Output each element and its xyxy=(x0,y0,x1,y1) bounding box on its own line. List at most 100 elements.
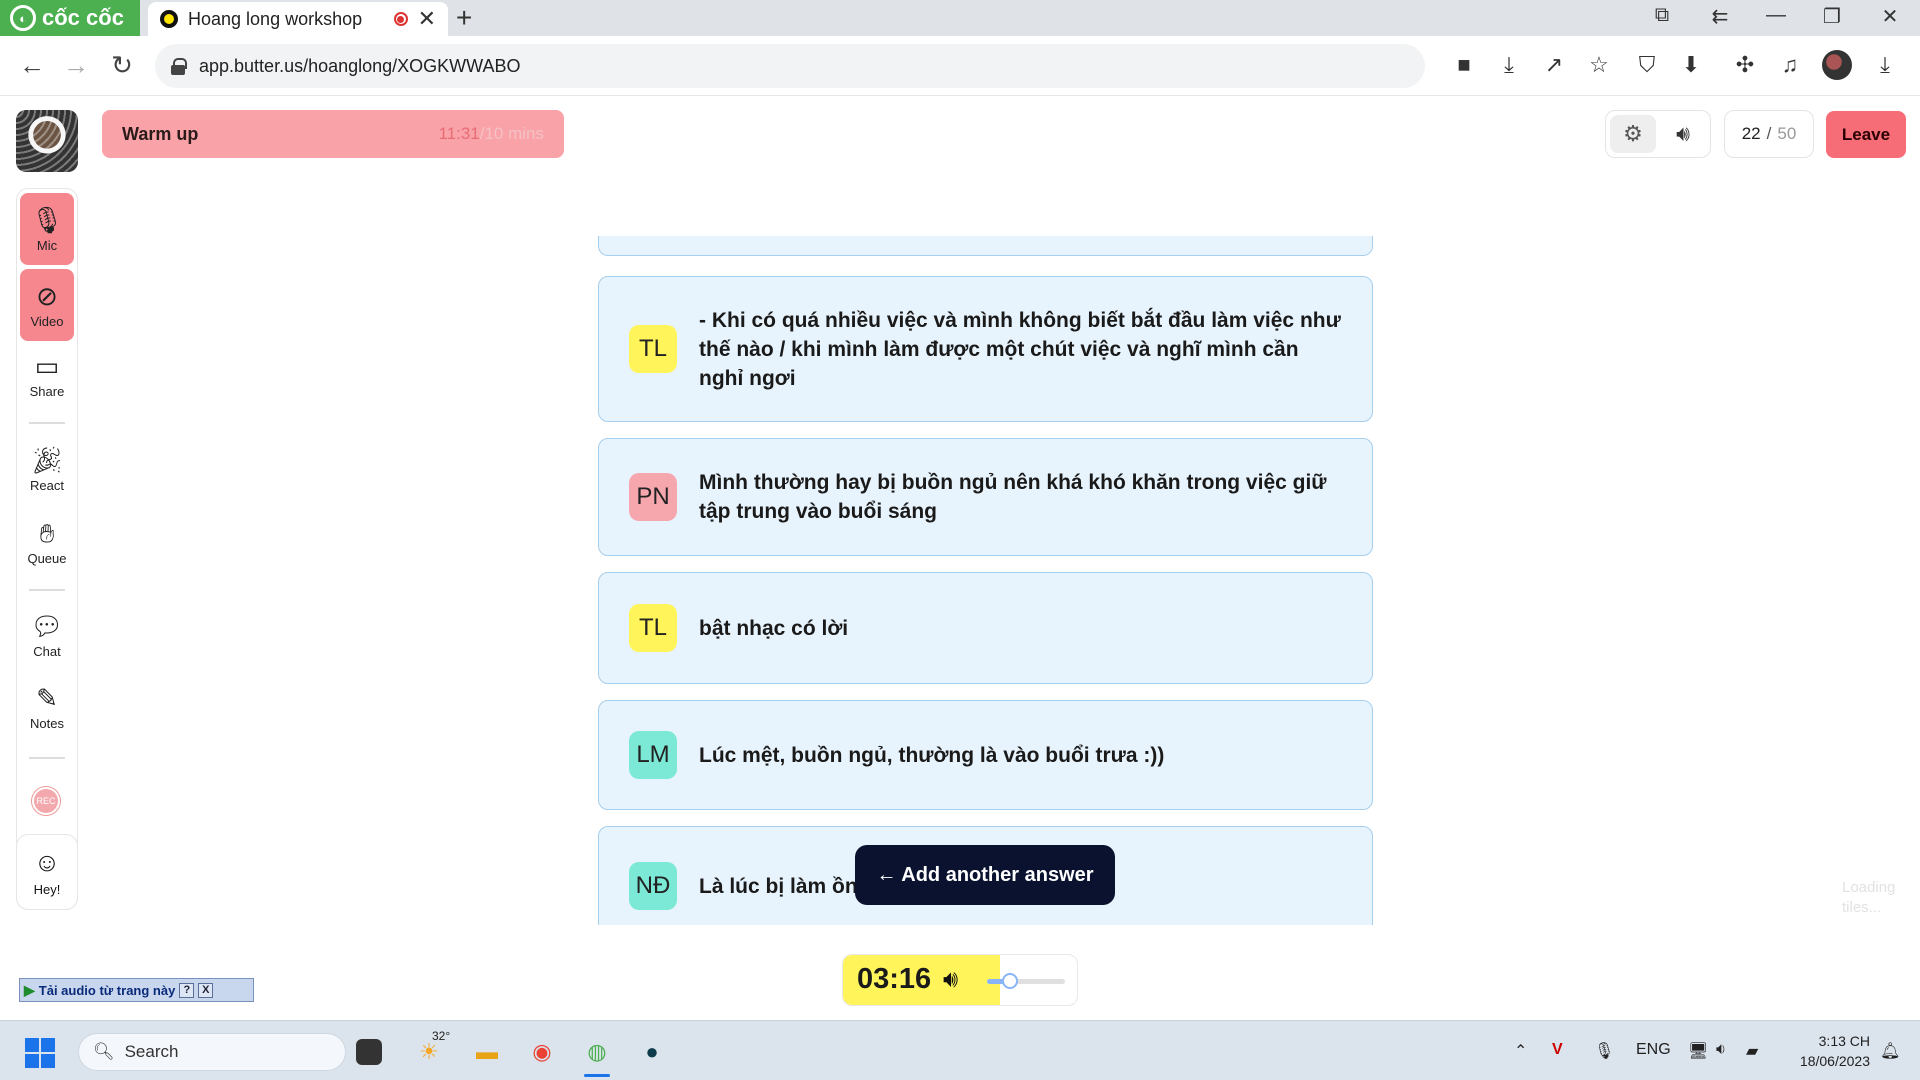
notifications-icon[interactable]: 🔔︎ xyxy=(1880,1041,1900,1061)
tab-hoang-long-workshop[interactable]: Hoang long workshop ✕ xyxy=(148,2,448,36)
chat-label: Chat xyxy=(33,643,61,659)
countdown-timer[interactable]: 03:16 🔊︎ xyxy=(842,954,1078,1006)
battery-icon[interactable]: ▰ xyxy=(1746,1041,1758,1061)
language-indicator[interactable]: ENG xyxy=(1636,1041,1671,1059)
hey-label: Hey! xyxy=(33,882,61,897)
loading-tiles-text: Loading tiles... xyxy=(1842,879,1896,916)
chrome-icon[interactable]: ◉ xyxy=(525,1035,559,1069)
coccoc-brand-button[interactable]: ◐ cốc cốc xyxy=(0,0,140,36)
answer-text: Mình thường hay bị buồn ngủ nên khá khó … xyxy=(699,471,1327,523)
install-icon[interactable]: ⤓ xyxy=(1494,52,1524,78)
camera-icon[interactable]: ■ xyxy=(1449,52,1479,78)
butter-app-icon[interactable]: ● xyxy=(635,1035,669,1069)
taskbar-clock[interactable]: 3:13 CH 18/06/2023 xyxy=(1786,1031,1870,1071)
play-icon[interactable]: ▶ xyxy=(24,982,35,999)
answer-text: Lúc mệt, buồn ngủ, thường là vào buổi tr… xyxy=(699,743,1165,767)
timer-volume-slider[interactable] xyxy=(987,973,1065,989)
author-initials-badge: PN xyxy=(629,473,677,521)
timer-display: 03:16 xyxy=(857,963,932,995)
participant-count: 22 xyxy=(1741,124,1761,143)
clock-time: 3:13 CH xyxy=(1818,1033,1870,1049)
answer-card[interactable]: TL bật nhạc có lời xyxy=(598,572,1373,684)
task-view-icon[interactable] xyxy=(356,1039,382,1065)
sound-button[interactable]: 🔊︎ xyxy=(1664,115,1702,153)
raised-hand-icon: ✋︎ xyxy=(39,517,55,548)
answer-text: bật nhạc có lời xyxy=(699,616,849,640)
share-label: Share xyxy=(29,383,65,399)
maximize-icon[interactable]: ❐ xyxy=(1812,4,1852,29)
antivirus-tray-icon[interactable]: V xyxy=(1552,1041,1563,1059)
settings-button[interactable]: ⚙ xyxy=(1610,115,1656,153)
windows-start-icon[interactable] xyxy=(25,1038,55,1068)
lock-icon xyxy=(171,58,187,75)
adblock-shield-icon[interactable]: ⛉ xyxy=(1632,52,1662,78)
downloads-icon[interactable]: ⤓ xyxy=(1870,52,1900,78)
coccoc-taskbar-icon[interactable]: ◍ xyxy=(580,1035,614,1069)
audio-widget-help-button[interactable]: ? xyxy=(179,982,195,998)
host-avatar[interactable] xyxy=(16,110,78,172)
answer-card[interactable]: TL - Khi có quá nhiều việc và mình không… xyxy=(598,276,1373,422)
smile-icon: ☺ xyxy=(33,847,61,877)
react-label: React xyxy=(30,477,64,493)
forward-icon[interactable]: → xyxy=(60,50,92,81)
address-bar: ← → ↻ app.butter.us/hoanglong/XOGKWWABO … xyxy=(0,36,1920,96)
back-tabs-icon[interactable]: ⇇ xyxy=(1700,4,1740,29)
hey-button[interactable]: ☺ Hey! xyxy=(16,834,78,910)
queue-button[interactable]: ✋︎ Queue xyxy=(20,506,74,578)
tab-search-icon[interactable]: ⧉ xyxy=(1642,4,1682,27)
network-icon[interactable]: 🖥︎ xyxy=(1688,1041,1708,1061)
video-button[interactable]: ⊘ Video xyxy=(20,269,74,341)
back-icon[interactable]: ← xyxy=(16,50,48,81)
answers-list[interactable]: TL - Khi có quá nhiều việc và mình không… xyxy=(596,236,1375,925)
agenda-phase-bar[interactable]: Warm up 11:31/10 mins xyxy=(102,110,564,158)
file-explorer-icon[interactable]: ▬ xyxy=(470,1035,504,1069)
answer-text: Là lúc bị làm ồn xyxy=(699,874,858,898)
profile-avatar[interactable] xyxy=(1822,50,1852,80)
share-page-icon[interactable]: ↗ xyxy=(1539,52,1569,78)
react-button[interactable]: 🎉︎ React xyxy=(20,433,74,505)
queue-label: Queue xyxy=(27,550,67,566)
minimize-icon[interactable]: — xyxy=(1756,4,1796,27)
answer-card[interactable]: LM Lúc mệt, buồn ngủ, thường là vào buổi… xyxy=(598,700,1373,810)
volume-tray-icon[interactable]: 🔉︎ xyxy=(1716,1041,1726,1059)
counter-separator: / xyxy=(1766,124,1772,143)
extensions-puzzle-icon[interactable]: ✣ xyxy=(1730,52,1760,78)
add-another-answer-button[interactable]: ← Add another answer xyxy=(855,845,1115,905)
microphone-tray-icon[interactable]: 🎙︎ xyxy=(1594,1041,1614,1061)
chat-button[interactable]: 💬︎ Chat xyxy=(20,599,74,671)
audio-widget-close-button[interactable]: X xyxy=(198,982,214,998)
participant-counter: 22 / 50 xyxy=(1724,110,1814,158)
answer-card-partial xyxy=(598,236,1373,256)
share-button[interactable]: ▭ Share xyxy=(20,339,74,411)
tab-close-icon[interactable]: ✕ xyxy=(418,6,436,32)
coccoc-logo-icon: ◐ xyxy=(10,5,36,31)
tab-title: Hoang long workshop xyxy=(188,8,363,29)
mic-button[interactable]: 🎙︎ Mic xyxy=(20,193,74,265)
bookmark-star-icon[interactable]: ☆ xyxy=(1584,52,1614,78)
tray-overflow-icon[interactable]: ⌃ xyxy=(1514,1041,1527,1061)
downloader-icon[interactable]: ⬇ xyxy=(1676,52,1706,78)
new-tab-icon[interactable]: + xyxy=(456,2,472,34)
answer-text: - Khi có quá nhiều việc và mình không bi… xyxy=(699,308,1341,390)
screen-share-icon: ▭ xyxy=(34,350,60,381)
audio-download-widget[interactable]: ▶ Tải audio từ trang này ? X xyxy=(19,978,254,1002)
clock-date: 18/06/2023 xyxy=(1799,1053,1870,1069)
timer-volume-icon[interactable]: 🔊︎ xyxy=(943,966,958,994)
url-field[interactable]: app.butter.us/hoanglong/XOGKWWABO xyxy=(155,44,1425,88)
leave-button[interactable]: Leave xyxy=(1826,111,1906,158)
notes-button[interactable]: ✎ Notes xyxy=(20,671,74,743)
author-initials-badge: TL xyxy=(629,325,677,373)
answer-card[interactable]: PN Mình thường hay bị buồn ngủ nên khá k… xyxy=(598,438,1373,556)
window-close-icon[interactable]: ✕ xyxy=(1870,4,1910,29)
taskbar-search-label: Search xyxy=(124,1042,179,1061)
windows-taskbar: 🔍︎ Search ☀ 32° ▬ ◉ ◍ ● ⌃ V 🎙︎ ENG 🖥︎ 🔉︎… xyxy=(0,1020,1920,1080)
record-button[interactable]: REC xyxy=(32,787,60,815)
reload-icon[interactable]: ↻ xyxy=(106,50,138,81)
video-off-icon: ⊘ xyxy=(36,280,58,311)
author-initials-badge: TL xyxy=(629,604,677,652)
music-queue-icon[interactable]: ♫ xyxy=(1775,52,1805,78)
taskbar-search-box[interactable]: 🔍︎ Search xyxy=(78,1033,346,1071)
volume-slider-handle[interactable] xyxy=(1002,973,1019,989)
audio-widget-label[interactable]: Tải audio từ trang này xyxy=(39,983,176,998)
left-toolbar: 🎙︎ Mic ⊘ Video ▭ Share 🎉︎ React ✋︎ Queue… xyxy=(16,188,78,910)
